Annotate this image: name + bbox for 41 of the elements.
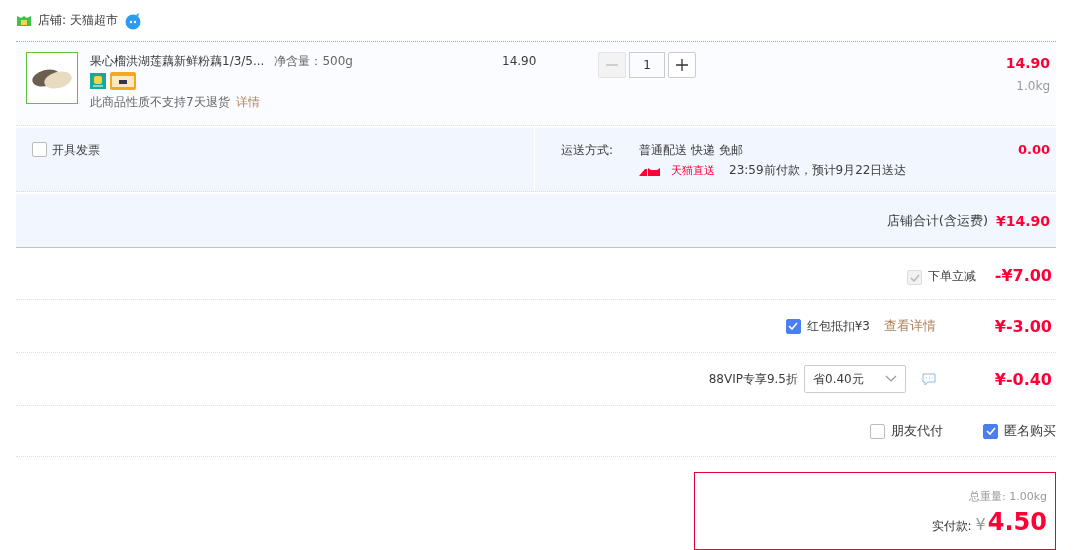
shipping-fee: 0.00 [1017, 142, 1050, 159]
checkbox[interactable] [785, 318, 801, 334]
discount-amount: ¥-3.00 [993, 316, 1052, 336]
store-total-amount: ¥14.90 [995, 212, 1050, 229]
plus-icon [676, 59, 688, 71]
quantity-field[interactable]: 1 [629, 52, 665, 78]
view-details-link[interactable]: 查看详情 [884, 317, 936, 335]
checkbox[interactable] [983, 423, 998, 439]
item-weight: 1.0kg [1015, 79, 1050, 93]
option-label[interactable]: 朋友代付 [891, 422, 943, 440]
comment-icon [922, 372, 936, 386]
shipping-label: 运送方式: [561, 142, 615, 159]
amount-due: 4.50 [987, 508, 1047, 536]
discount-dropdown[interactable]: 省0.40元 [804, 365, 906, 393]
invoice-label[interactable]: 开具发票 [52, 142, 100, 159]
total-weight: 总重量: 1.00kg [967, 489, 1047, 504]
product-spec: 净含量：500g [274, 52, 353, 70]
currency-symbol: ¥ [975, 515, 986, 534]
shop-icon [16, 13, 32, 28]
discount-amount: ¥-0.40 [993, 369, 1052, 389]
product-title[interactable]: 果心榴洪湖莲藕新鲜粉藕1/3/5... [90, 52, 265, 70]
delivery-estimate: 23:59前付款，预计9月22日送达 [729, 162, 907, 179]
option-label[interactable]: 匿名购买 [1004, 422, 1056, 440]
amount-due-label: 实付款: [931, 518, 972, 535]
store-total-label: 店铺合计(含运费) [886, 211, 988, 230]
shop-name[interactable]: 店铺: 天猫超市 [38, 12, 118, 29]
shipping-method: 普通配送 快递 免邮 [639, 142, 744, 159]
checkbox[interactable] [870, 423, 885, 439]
return-policy-text: 此商品性质不支持7天退货 [90, 95, 230, 109]
service-badge-icon [90, 73, 106, 89]
delivery-service-label: 天猫直送 [671, 163, 716, 178]
chat-bubble-icon [123, 11, 142, 30]
discount-label: 88VIP专享9.5折 [708, 370, 798, 388]
unit-price: 14.90 [502, 53, 538, 70]
discount-label[interactable]: 红包抵扣¥3 [806, 317, 870, 335]
checkbox[interactable] [32, 142, 47, 157]
item-total: 14.90 [1005, 55, 1050, 71]
increment-button[interactable] [668, 52, 696, 78]
card-icon [110, 72, 136, 90]
discount-amount: -¥7.00 [993, 266, 1052, 285]
chevron-down-icon [885, 375, 897, 383]
